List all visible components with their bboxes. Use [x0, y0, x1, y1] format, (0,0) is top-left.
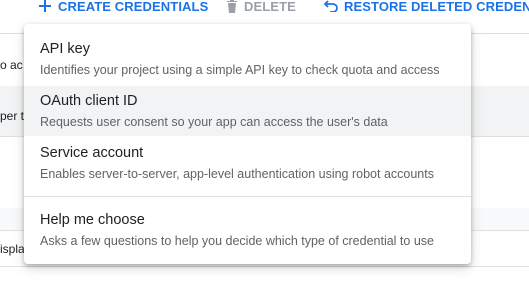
background-row-text: o ac — [0, 58, 23, 72]
menu-item-description: Asks a few questions to help you decide … — [40, 234, 434, 248]
background-row-text: per t — [0, 109, 25, 123]
menu-item-title: OAuth client ID — [40, 93, 138, 109]
menu-item-service-account[interactable]: Service account Enables server-to-server… — [24, 136, 471, 188]
menu-item-description: Requests user consent so your app can ac… — [40, 115, 388, 129]
create-credentials-button[interactable]: CREATE CREDENTIALS — [38, 0, 208, 14]
plus-icon — [38, 0, 52, 13]
restore-deleted-credentials-label: RESTORE DELETED CREDENTIALS — [344, 0, 529, 14]
menu-item-description: Identifies your project using a simple A… — [40, 63, 440, 77]
delete-label: DELETE — [244, 0, 296, 14]
menu-item-help-me-choose[interactable]: Help me choose Asks a few questions to h… — [24, 205, 471, 257]
menu-separator — [24, 196, 471, 197]
restore-deleted-credentials-button[interactable]: RESTORE DELETED CREDENTIALS — [324, 0, 529, 14]
menu-item-description: Enables server-to-server, app-level auth… — [40, 167, 434, 181]
divider — [0, 266, 529, 267]
background-row-text: ispla — [0, 242, 25, 256]
menu-item-title: API key — [40, 41, 90, 57]
delete-button[interactable]: DELETE — [226, 0, 296, 14]
trash-icon — [226, 0, 238, 14]
menu-item-title: Service account — [40, 145, 144, 161]
toolbar: CREATE CREDENTIALS DELETE RESTORE DELETE… — [0, 0, 529, 14]
create-credentials-menu: API key Identifies your project using a … — [24, 24, 471, 264]
create-credentials-label: CREATE CREDENTIALS — [58, 0, 209, 14]
menu-item-api-key[interactable]: API key Identifies your project using a … — [24, 34, 471, 86]
undo-icon — [324, 0, 338, 12]
menu-item-title: Help me choose — [40, 212, 145, 228]
menu-item-oauth-client-id[interactable]: OAuth client ID Requests user consent so… — [24, 86, 471, 136]
